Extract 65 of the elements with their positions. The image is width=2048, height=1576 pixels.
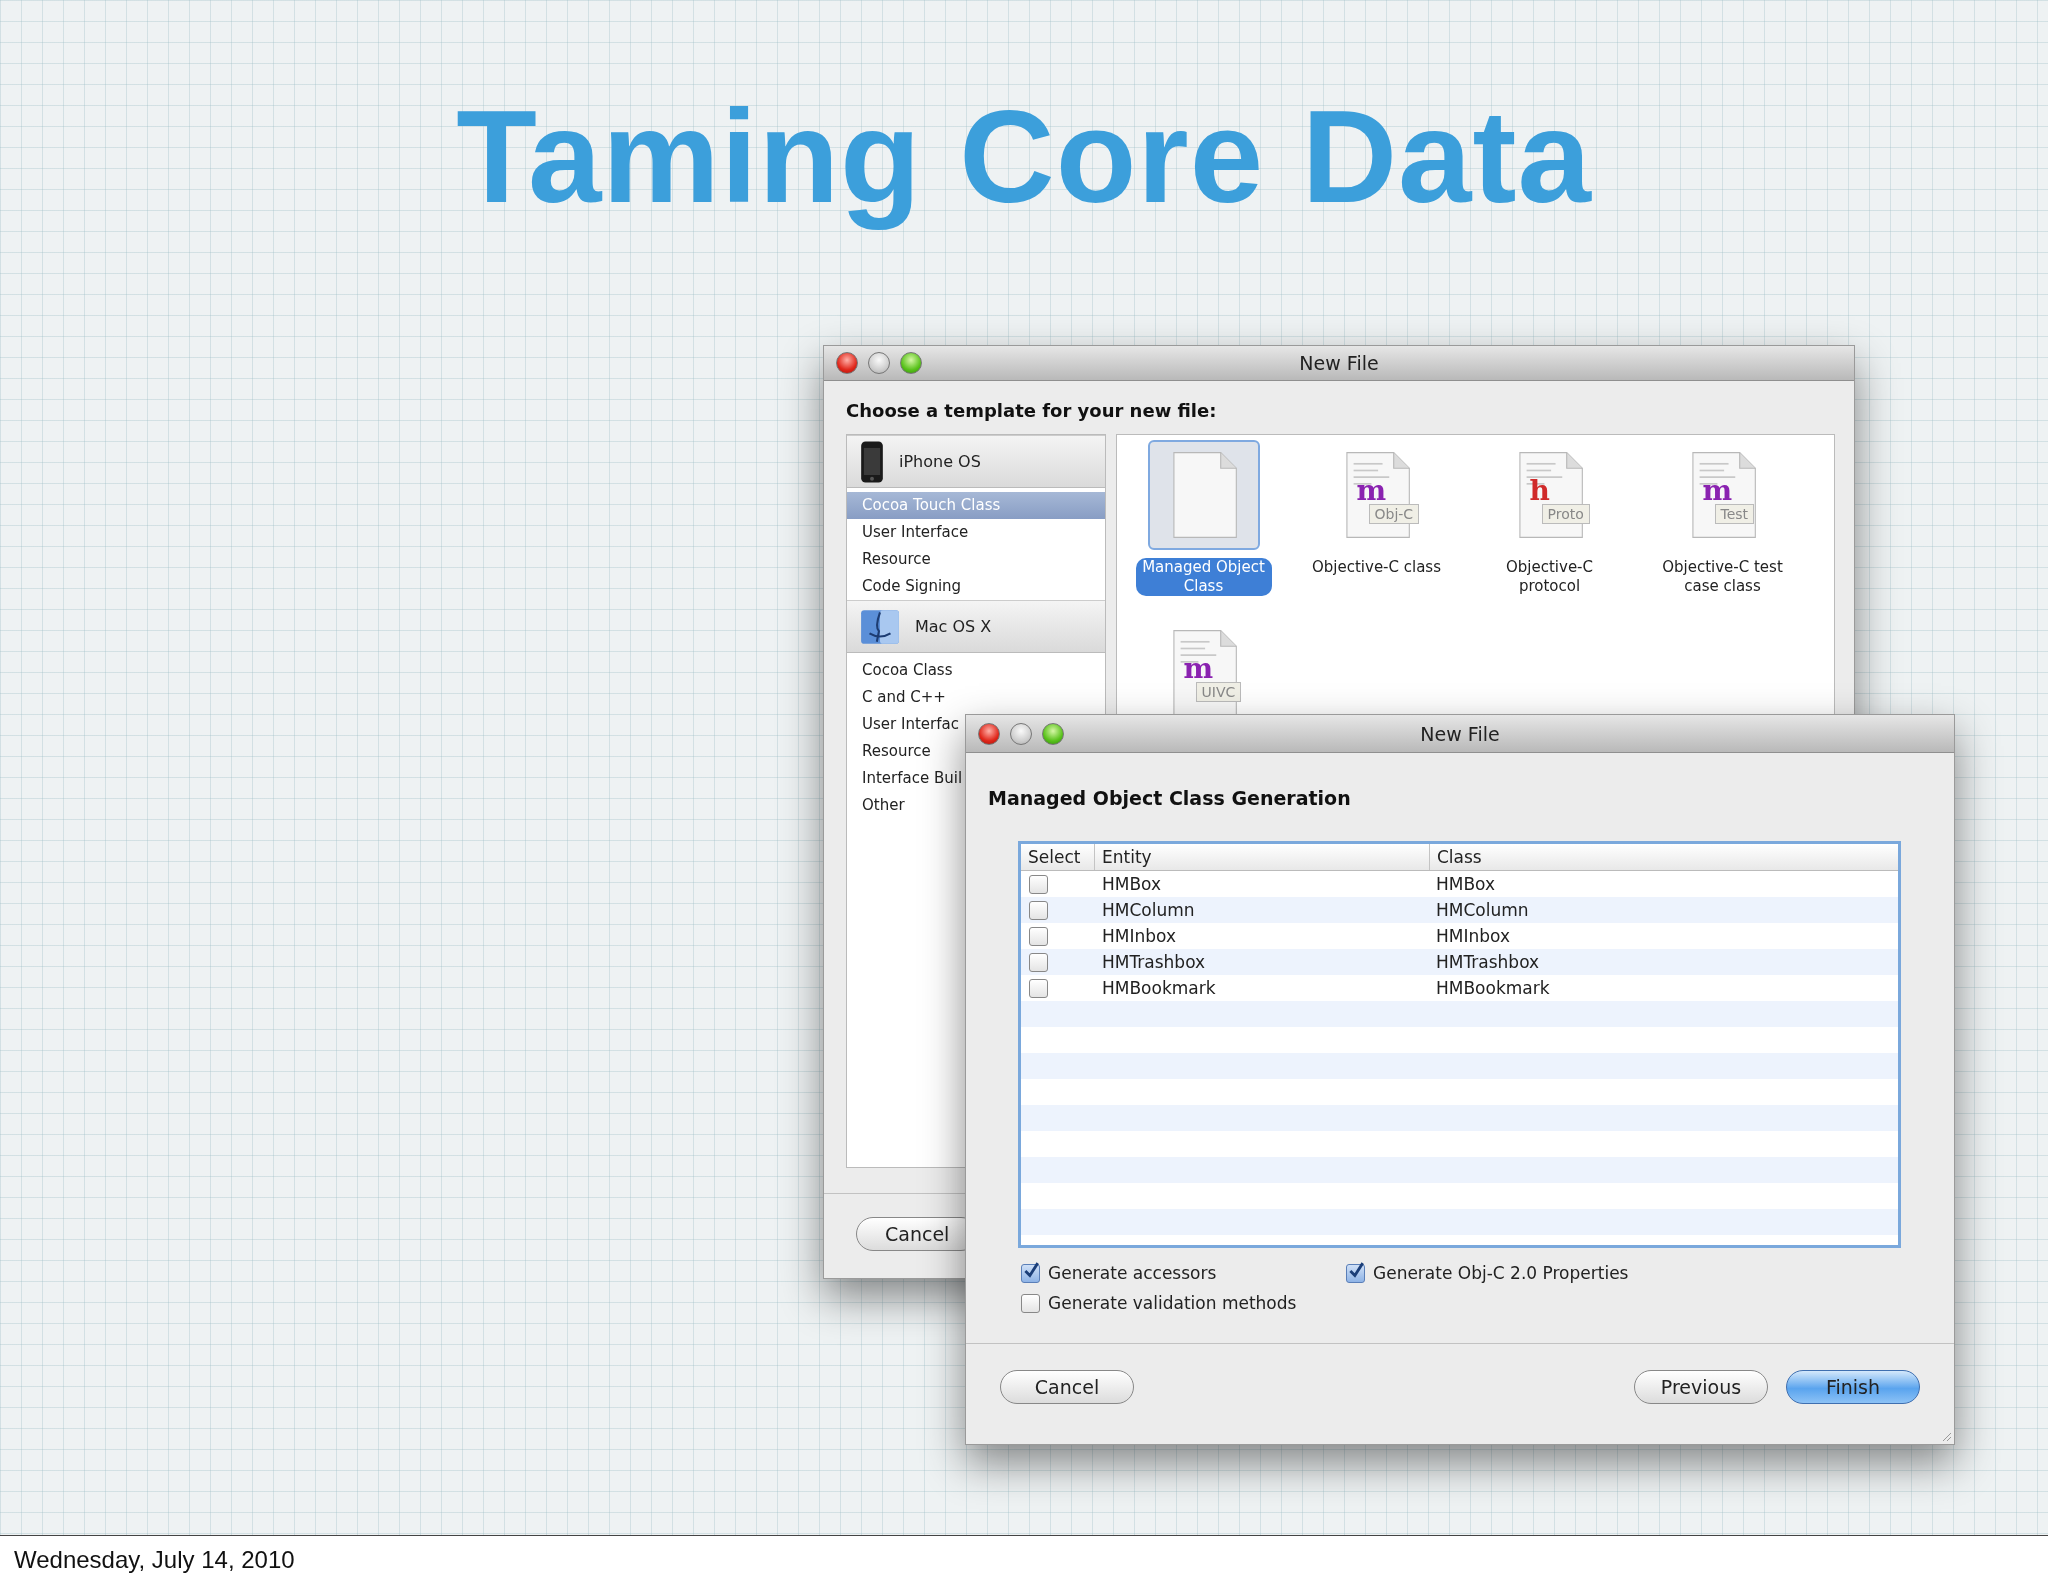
category-item[interactable]: Resource bbox=[847, 546, 1105, 573]
file-letter: m bbox=[1702, 476, 1733, 506]
file-type-tag: Test bbox=[1714, 504, 1755, 524]
template-label: Objective-C test case class bbox=[1661, 558, 1784, 596]
category-header[interactable]: iPhone OS bbox=[847, 435, 1105, 488]
checkbox[interactable] bbox=[1021, 1293, 1040, 1313]
file-letter: m bbox=[1356, 476, 1387, 506]
template-tile[interactable]: m Obj-C bbox=[1320, 440, 1433, 550]
option-label: Generate validation methods bbox=[1048, 1293, 1297, 1313]
table-cell-text: HMColumn bbox=[1101, 900, 1196, 920]
checkbox[interactable] bbox=[1346, 1263, 1365, 1283]
file-type-tag: Proto bbox=[1541, 504, 1590, 524]
table-cell-text: HMBookmark bbox=[1435, 978, 1551, 998]
close-button[interactable] bbox=[836, 352, 858, 374]
minimize-button[interactable] bbox=[868, 352, 890, 374]
template-tile[interactable] bbox=[1147, 440, 1260, 550]
category-header[interactable]: Mac OS X bbox=[847, 600, 1105, 653]
close-button[interactable] bbox=[978, 722, 1000, 745]
dialog-button[interactable]: Previous bbox=[1634, 1370, 1768, 1404]
zoom-button[interactable] bbox=[1042, 722, 1064, 745]
checkbox[interactable] bbox=[1029, 874, 1048, 894]
file-letter: h bbox=[1529, 476, 1550, 506]
checkbox[interactable] bbox=[1029, 952, 1048, 972]
table-cell-text: HMTrashbox bbox=[1101, 952, 1207, 972]
column-header[interactable]: Class bbox=[1430, 844, 1898, 870]
checkbox[interactable] bbox=[1029, 900, 1048, 920]
checkbox[interactable] bbox=[1029, 978, 1048, 998]
category-item[interactable]: User Interface bbox=[847, 519, 1105, 546]
category-item[interactable]: C and C++ bbox=[847, 684, 1105, 711]
table-cell-text: HMColumn bbox=[1435, 900, 1530, 920]
dialog-heading: Choose a template for your new file: bbox=[845, 399, 1218, 423]
option-label: Generate Obj-C 2.0 Properties bbox=[1373, 1263, 1629, 1283]
checkbox[interactable] bbox=[1029, 926, 1048, 946]
table-cell-text: HMInbox bbox=[1435, 926, 1511, 946]
phone-icon bbox=[859, 439, 885, 484]
category-item[interactable]: Cocoa Class bbox=[847, 657, 1105, 684]
slide-title: Taming Core Data bbox=[455, 82, 1593, 232]
template-tile[interactable]: m UIVC bbox=[1147, 618, 1260, 728]
template-tile[interactable]: m Test bbox=[1666, 440, 1779, 550]
option-label: Generate accessors bbox=[1048, 1263, 1217, 1283]
footer-date: Wednesday, July 14, 2010 bbox=[14, 1546, 295, 1573]
file-type-tag: Obj-C bbox=[1368, 504, 1420, 524]
table-cell-text: HMTrashbox bbox=[1435, 952, 1541, 972]
window-title: New File bbox=[1299, 352, 1379, 374]
resize-grip-icon bbox=[1940, 1430, 1952, 1442]
table-cell-text: HMBox bbox=[1101, 874, 1163, 894]
file-type-tag: UIVC bbox=[1195, 682, 1242, 702]
template-label: Objective-C class bbox=[1311, 558, 1442, 577]
window-title: New File bbox=[1420, 722, 1500, 745]
template-label: Managed Object Class bbox=[1135, 558, 1272, 596]
table-cell-text: HMInbox bbox=[1101, 926, 1177, 946]
column-header[interactable]: Entity bbox=[1095, 844, 1430, 870]
dialog-button[interactable]: Cancel bbox=[1000, 1370, 1134, 1404]
template-tile[interactable]: h Proto bbox=[1493, 440, 1606, 550]
category-item[interactable]: Code Signing bbox=[847, 573, 1105, 600]
table-cell-text: HMBox bbox=[1435, 874, 1497, 894]
minimize-button[interactable] bbox=[1010, 722, 1032, 745]
table-cell-text: HMBookmark bbox=[1101, 978, 1217, 998]
dialog-heading: Managed Object Class Generation bbox=[987, 786, 1352, 811]
zoom-button[interactable] bbox=[900, 352, 922, 374]
file-letter: m bbox=[1183, 654, 1214, 684]
checkbox[interactable] bbox=[1021, 1263, 1040, 1283]
template-label: Objective-C protocol bbox=[1505, 558, 1594, 596]
column-header[interactable]: Select bbox=[1021, 844, 1095, 870]
dialog-button[interactable]: Finish bbox=[1786, 1370, 1920, 1404]
